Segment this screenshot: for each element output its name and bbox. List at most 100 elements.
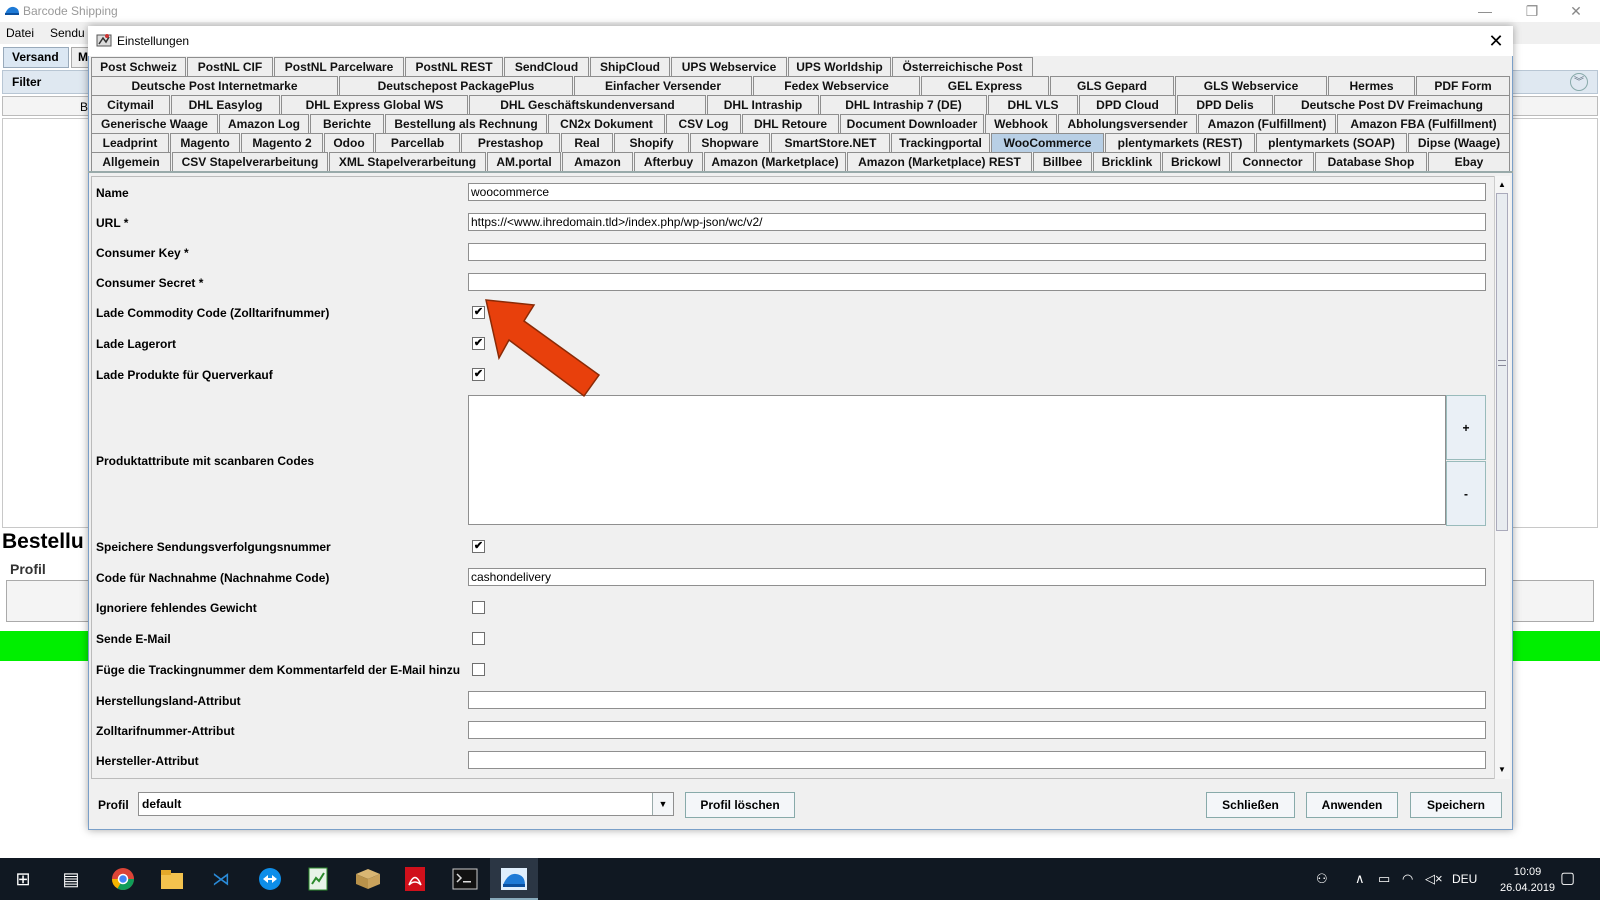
consumer-key-field[interactable] xyxy=(468,243,1486,261)
tab-afterbuy[interactable]: Afterbuy xyxy=(634,152,703,171)
tab-woocommerce[interactable]: WooCommerce xyxy=(991,133,1104,152)
name-field[interactable]: woocommerce xyxy=(468,183,1486,201)
tab-trackingportal[interactable]: Trackingportal xyxy=(891,133,990,152)
battery-icon[interactable]: ▭ xyxy=(1378,871,1390,887)
tab-leadprint[interactable]: Leadprint xyxy=(91,133,169,152)
tab-gel-express[interactable]: GEL Express xyxy=(921,76,1049,95)
tab-dhl-express-global-ws[interactable]: DHL Express Global WS xyxy=(281,95,468,114)
restore-icon[interactable]: ❐ xyxy=(1512,1,1552,21)
tab-allgemein[interactable]: Allgemein xyxy=(91,152,171,171)
minimize-icon[interactable]: — xyxy=(1465,1,1505,21)
tab-amazon-fba[interactable]: Amazon FBA (Fulfillment) xyxy=(1337,114,1510,133)
tab-parcellab[interactable]: Parcellab xyxy=(375,133,460,152)
menu-datei[interactable]: Datei xyxy=(6,26,34,40)
tab-sendcloud[interactable]: SendCloud xyxy=(504,57,589,76)
windows-start-icon[interactable]: ⊞ xyxy=(10,866,36,892)
tab-amazon-marketplace-rest[interactable]: Amazon (Marketplace) REST xyxy=(847,152,1032,171)
tab-connector[interactable]: Connector xyxy=(1231,152,1314,171)
tab-document-downloader[interactable]: Document Downloader xyxy=(840,114,984,133)
profil-select[interactable]: default xyxy=(138,792,674,816)
tab-cn2x-dokument[interactable]: CN2x Dokument xyxy=(548,114,665,133)
tab-postnl-cif[interactable]: PostNL CIF xyxy=(187,57,273,76)
tab-amazon-marketplace[interactable]: Amazon (Marketplace) xyxy=(704,152,846,171)
tab-fedex-webservice[interactable]: Fedex Webservice xyxy=(753,76,920,95)
tab-csv-log[interactable]: CSV Log xyxy=(666,114,741,133)
save-button[interactable]: Speichern xyxy=(1410,792,1502,818)
scroll-up-icon[interactable]: ▲ xyxy=(1494,177,1510,193)
tab-dhl-vls[interactable]: DHL VLS xyxy=(988,95,1078,114)
apply-button[interactable]: Anwenden xyxy=(1306,792,1398,818)
tab-brickowl[interactable]: Brickowl xyxy=(1162,152,1230,171)
tab-dp-dv-freimachung[interactable]: Deutsche Post DV Freimachung xyxy=(1274,95,1510,114)
tab-ebay[interactable]: Ebay xyxy=(1428,152,1510,171)
tab-plentymarkets-soap[interactable]: plentymarkets (SOAP) xyxy=(1256,133,1407,152)
scroll-down-icon[interactable]: ▼ xyxy=(1494,762,1510,778)
tab-post-schweiz[interactable]: Post Schweiz xyxy=(91,57,186,76)
tab-ups-worldship[interactable]: UPS Worldship xyxy=(788,57,891,76)
tab-smartstore-net[interactable]: SmartStore.NET xyxy=(771,133,890,152)
close-button[interactable]: Schließen xyxy=(1206,792,1295,818)
tab-generische-waage[interactable]: Generische Waage xyxy=(91,114,218,133)
tab-shopify[interactable]: Shopify xyxy=(614,133,689,152)
tab-xml-stapelverarbeitung[interactable]: XML Stapelverarbeitung xyxy=(329,152,486,171)
tracking-kommentar-checkbox[interactable] xyxy=(472,663,485,676)
consumer-secret-field[interactable] xyxy=(468,273,1486,291)
collapse-chevron-icon[interactable]: ︾ xyxy=(1570,73,1588,91)
tab-odoo[interactable]: Odoo xyxy=(324,133,374,152)
email-checkbox[interactable] xyxy=(472,632,485,645)
tab-dhl-retoure[interactable]: DHL Retoure xyxy=(742,114,839,133)
tab-einfacher-versender[interactable]: Einfacher Versender xyxy=(574,76,752,95)
tab-magento-2[interactable]: Magento 2 xyxy=(241,133,323,152)
tab-dpd-delis[interactable]: DPD Delis xyxy=(1177,95,1273,114)
tab-dpd-cloud[interactable]: DPD Cloud xyxy=(1079,95,1176,114)
tab-prestashop[interactable]: Prestashop xyxy=(461,133,560,152)
chevron-down-icon[interactable]: ▼ xyxy=(652,793,673,815)
task-view-icon[interactable]: ▤ xyxy=(58,866,84,892)
show-hidden-icons-chevron[interactable]: ∧ xyxy=(1355,871,1365,887)
terminal-icon[interactable] xyxy=(452,868,478,890)
tab-dp-internetmarke[interactable]: Deutsche Post Internetmarke xyxy=(91,76,338,95)
tab-magento[interactable]: Magento xyxy=(170,133,240,152)
tab-hermes[interactable]: Hermes xyxy=(1328,76,1415,95)
tab-abholungsversender[interactable]: Abholungsversender xyxy=(1058,114,1197,133)
file-explorer-icon[interactable] xyxy=(159,867,185,891)
tab-postnl-rest[interactable]: PostNL REST xyxy=(405,57,503,76)
vscode-icon[interactable]: ⋊ xyxy=(208,866,234,892)
tab-dhl-intraship-7[interactable]: DHL Intraship 7 (DE) xyxy=(820,95,987,114)
tab-dhl-intraship[interactable]: DHL Intraship xyxy=(707,95,819,114)
remove-attribute-button[interactable]: - xyxy=(1446,461,1486,526)
tab-postnl-parcelware[interactable]: PostNL Parcelware xyxy=(274,57,404,76)
package-icon[interactable] xyxy=(354,868,382,890)
tab-billbee[interactable]: Billbee xyxy=(1033,152,1092,171)
tab-am-portal[interactable]: AM.portal xyxy=(487,152,561,171)
volume-muted-icon[interactable]: ◁× xyxy=(1425,871,1443,887)
sendungsnummer-checkbox[interactable]: ✔ xyxy=(472,540,485,553)
network-icon[interactable]: ◠ xyxy=(1402,871,1413,887)
app-close-icon[interactable]: ✕ xyxy=(1556,1,1596,21)
tab-pdf-form[interactable]: PDF Form xyxy=(1416,76,1510,95)
tab-real[interactable]: Real xyxy=(561,133,613,152)
tab-ups-webservice[interactable]: UPS Webservice xyxy=(671,57,787,76)
tab-gls-webservice[interactable]: GLS Webservice xyxy=(1175,76,1327,95)
nachnahme-field[interactable]: cashondelivery xyxy=(468,568,1486,586)
tab-gls-gepard[interactable]: GLS Gepard xyxy=(1050,76,1174,95)
tab-amazon-fulfillment[interactable]: Amazon (Fulfillment) xyxy=(1198,114,1336,133)
spreadsheet-icon[interactable] xyxy=(306,866,330,892)
notifications-icon[interactable]: ▢ xyxy=(1560,868,1575,888)
tab-shipcloud[interactable]: ShipCloud xyxy=(590,57,670,76)
input-language[interactable]: DEU xyxy=(1452,872,1477,886)
tab-osterreichische-post[interactable]: Österreichische Post xyxy=(892,57,1033,76)
acrobat-icon[interactable] xyxy=(404,866,426,892)
tab-dhl-geschaeftskundenversand[interactable]: DHL Geschäftskundenversand xyxy=(469,95,706,114)
barcode-shipping-icon[interactable] xyxy=(500,867,528,891)
delete-profile-button[interactable]: Profil löschen xyxy=(685,792,795,818)
tab-amazon[interactable]: Amazon xyxy=(562,152,633,171)
tab-bestellung-als-rechnung[interactable]: Bestellung als Rechnung xyxy=(385,114,547,133)
zolltarif-field[interactable] xyxy=(468,721,1486,739)
tab-versand[interactable]: Versand xyxy=(3,47,69,68)
tab-dhl-easylog[interactable]: DHL Easylog xyxy=(171,95,280,114)
tab-shopware[interactable]: Shopware xyxy=(690,133,770,152)
tab-database-shop[interactable]: Database Shop xyxy=(1315,152,1427,171)
dialog-close-icon[interactable]: ✕ xyxy=(1485,30,1507,52)
tab-csv-stapelverarbeitung[interactable]: CSV Stapelverarbeitung xyxy=(172,152,328,171)
